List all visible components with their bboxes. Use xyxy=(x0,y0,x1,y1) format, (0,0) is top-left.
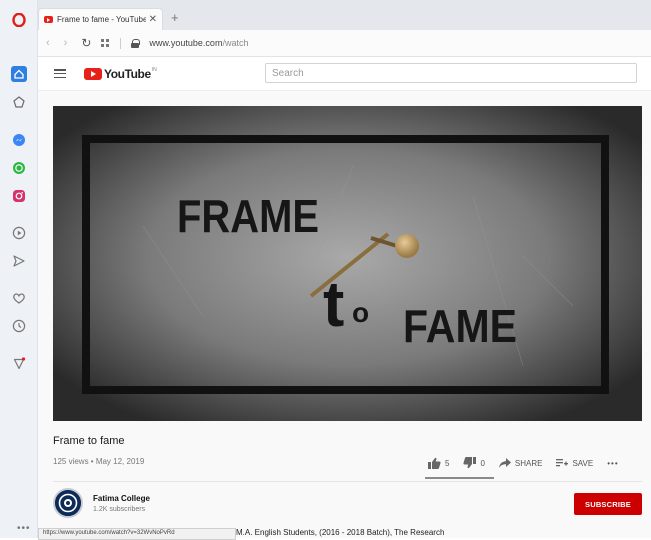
tab-title: Frame to fame - YouTube xyxy=(57,15,146,24)
diamond-icon[interactable] xyxy=(11,94,27,110)
sentiment-bar xyxy=(425,477,494,479)
url-field[interactable]: www.youtube.com/watch xyxy=(149,38,248,48)
section-divider xyxy=(53,481,642,482)
share-label: SHARE xyxy=(514,458,543,468)
save-button[interactable]: SAVE xyxy=(556,458,593,468)
video-meta: 125 views • May 12, 2019 xyxy=(53,457,145,466)
forward-icon[interactable]: › xyxy=(64,37,68,49)
messenger-icon[interactable] xyxy=(11,132,27,148)
heart-icon[interactable] xyxy=(11,290,27,306)
channel-name[interactable]: Fatima College xyxy=(93,494,150,503)
youtube-wordmark: YouTube xyxy=(104,67,151,81)
more-icon[interactable]: ••• xyxy=(17,523,31,534)
bulb-icon[interactable] xyxy=(11,355,27,371)
address-bar: ‹ › ↻ www.youtube.com/watch xyxy=(38,30,651,57)
more-actions-button[interactable]: ••• xyxy=(607,459,618,468)
home-icon[interactable] xyxy=(11,66,27,82)
video-thumbnail: FRAME t o FAME xyxy=(53,106,642,421)
speed-dial-icon[interactable] xyxy=(101,38,110,48)
browser-tab[interactable]: Frame to fame - YouTube ✕ xyxy=(38,8,163,30)
search-input[interactable] xyxy=(265,63,637,83)
player-icon[interactable] xyxy=(11,225,27,241)
whatsapp-icon[interactable] xyxy=(11,160,27,176)
dislike-button[interactable]: 0 xyxy=(463,457,485,469)
country-code: IN xyxy=(151,67,157,73)
thumbs-up-icon xyxy=(428,457,441,469)
lock-icon[interactable] xyxy=(131,38,141,48)
send-icon[interactable] xyxy=(11,253,27,269)
video-description: M.A. English Students, (2016 - 2018 Batc… xyxy=(236,528,445,537)
channel-avatar[interactable] xyxy=(53,488,83,518)
youtube-logo[interactable]: YouTube IN xyxy=(84,67,157,81)
thumbs-down-icon xyxy=(463,457,477,469)
video-title: Frame to fame xyxy=(53,435,125,447)
dislike-count: 0 xyxy=(480,458,485,468)
video-player[interactable]: FRAME t o FAME xyxy=(53,106,642,421)
instagram-icon[interactable] xyxy=(11,188,27,204)
status-bar-url: https://www.youtube.com/watch?v=32WvNoPv… xyxy=(38,528,236,540)
subscriber-count: 1.2K subscribers xyxy=(93,506,146,513)
video-actions: 5 0 SHARE SAVE ••• xyxy=(428,455,619,471)
college-crest-icon xyxy=(55,490,81,516)
reload-icon[interactable]: ↻ xyxy=(81,36,91,50)
thumbnail-letter-o: o xyxy=(352,297,369,328)
history-icon[interactable] xyxy=(11,318,27,334)
like-count: 5 xyxy=(445,458,450,468)
thumbnail-word-fame: FAME xyxy=(403,300,517,352)
youtube-play-icon xyxy=(84,68,102,80)
like-button[interactable]: 5 xyxy=(428,457,449,469)
tab-bar: Frame to fame - YouTube ✕ + xyxy=(38,0,651,30)
subscribe-button[interactable]: SUBSCRIBE xyxy=(574,493,642,515)
url-path: /watch xyxy=(222,38,249,48)
playlist-add-icon xyxy=(556,459,569,467)
back-icon[interactable]: ‹ xyxy=(46,37,50,49)
save-label: SAVE xyxy=(572,458,594,468)
address-divider xyxy=(120,37,122,49)
thumbnail-word-frame: FRAME xyxy=(177,190,319,242)
youtube-header: YouTube IN xyxy=(38,57,651,91)
share-icon xyxy=(498,458,511,468)
opera-logo-icon[interactable] xyxy=(11,12,27,28)
share-button[interactable]: SHARE xyxy=(498,458,543,468)
new-tab-button[interactable]: + xyxy=(171,11,179,25)
youtube-favicon-icon xyxy=(44,16,53,23)
browser-sidebar xyxy=(0,0,38,538)
menu-icon[interactable] xyxy=(54,69,66,78)
tab-close-icon[interactable]: ✕ xyxy=(149,14,157,25)
url-host: www.youtube.com xyxy=(149,38,223,48)
